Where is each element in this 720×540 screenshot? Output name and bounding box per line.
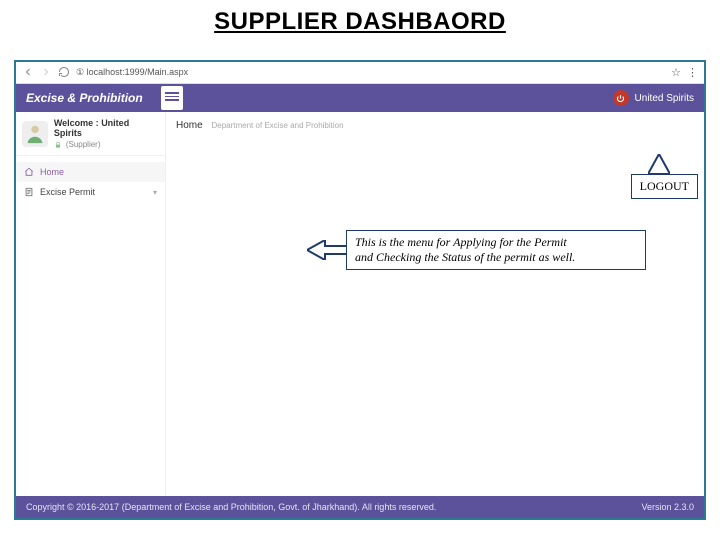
app-footer: Copyright © 2016-2017 (Department of Exc… (16, 496, 704, 518)
sidebar-nav: Home Excise Permit ▾ (16, 156, 165, 202)
page-title: Home (176, 120, 203, 131)
sidebar-item-home[interactable]: Home (16, 162, 165, 182)
user-menu[interactable]: United Spirits (613, 90, 694, 106)
main-content: Home Department of Excise and Prohibitio… (166, 112, 704, 496)
url-text[interactable]: ① localhost:1999/Main.aspx (76, 67, 188, 78)
avatar (22, 121, 48, 147)
welcome-block: Welcome : United Spirits (Supplier) (16, 112, 165, 156)
slide-title: SUPPLIER DASHBAORD (0, 0, 720, 40)
browser-frame: ① localhost:1999/Main.aspx ☆ ⋮ Excise & … (14, 60, 706, 520)
app-header: Excise & Prohibition United Spirits (16, 84, 704, 112)
role-label: (Supplier) (66, 140, 101, 149)
browser-address-bar: ① localhost:1999/Main.aspx ☆ ⋮ (16, 62, 704, 84)
welcome-prefix: Welcome : (54, 118, 101, 128)
document-icon (24, 187, 34, 197)
power-icon (613, 90, 629, 106)
hamburger-icon (165, 92, 179, 102)
brand-title: Excise & Prohibition (26, 91, 143, 105)
back-icon[interactable] (22, 66, 34, 80)
sidebar-item-label: Home (40, 167, 64, 177)
browser-menu-icon[interactable]: ⋮ (687, 66, 698, 79)
chevron-down-icon: ▾ (153, 188, 157, 197)
footer-copyright: Copyright © 2016-2017 (Department of Exc… (26, 502, 436, 512)
home-icon (24, 167, 34, 177)
lock-icon (54, 141, 62, 149)
callout-menu-line2: and Checking the Status of the permit as… (355, 250, 637, 265)
breadcrumb: Department of Excise and Prohibition (211, 121, 343, 130)
callout-logout: LOGOUT (631, 174, 698, 199)
sidebar-item-excise-permit[interactable]: Excise Permit ▾ (16, 182, 165, 202)
welcome-text: Welcome : United Spirits (54, 118, 159, 138)
footer-version: Version 2.3.0 (641, 502, 694, 512)
header-user-name: United Spirits (635, 93, 694, 104)
callout-menu-line1: This is the menu for Applying for the Pe… (355, 235, 637, 250)
sidebar-item-label: Excise Permit (40, 187, 95, 197)
callout-menu: This is the menu for Applying for the Pe… (346, 230, 646, 270)
bookmark-star-icon[interactable]: ☆ (671, 66, 681, 79)
arrow-up-icon (648, 154, 670, 174)
sidebar: Welcome : United Spirits (Supplier) Home… (16, 112, 166, 496)
role-line: (Supplier) (54, 140, 159, 149)
reload-icon[interactable] (58, 66, 70, 80)
page-heading: Home Department of Excise and Prohibitio… (166, 112, 704, 139)
forward-icon[interactable] (40, 66, 52, 80)
menu-toggle-button[interactable] (161, 86, 183, 110)
arrow-left-icon (307, 240, 347, 260)
